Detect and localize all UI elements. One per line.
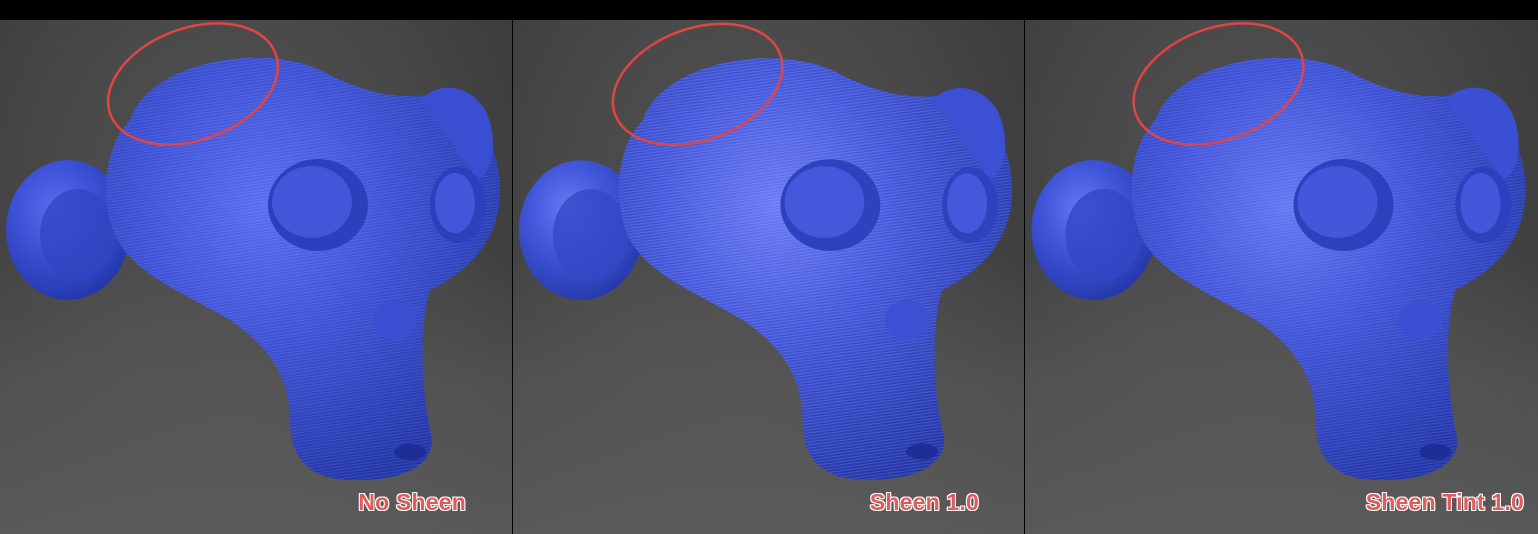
monkey-head-render — [518, 22, 1013, 480]
caption-sheen: Sheen 1.0 — [869, 489, 979, 515]
monkey-nose — [1398, 300, 1443, 340]
monkey-nose — [885, 299, 930, 340]
monkey-mouth — [1419, 444, 1452, 460]
monkey-head-render — [6, 22, 500, 481]
render-panel-sheen-tint: Sheen Tint 1.0 — [1025, 20, 1538, 534]
comparison-image: No Sheen Sheen 1.0 Sheen Tint 1.0 — [0, 0, 1538, 534]
render-panel-no-sheen: No Sheen — [0, 20, 512, 534]
monkey-nose — [373, 300, 417, 340]
monkey-head-render — [1031, 22, 1526, 481]
caption-sheen-tint: Sheen Tint 1.0 — [1365, 489, 1524, 515]
render-panel-sheen: Sheen 1.0 — [513, 20, 1024, 534]
monkey-mouth — [906, 443, 939, 460]
monkey-mouth — [394, 444, 426, 460]
caption-no-sheen: No Sheen — [358, 489, 466, 515]
